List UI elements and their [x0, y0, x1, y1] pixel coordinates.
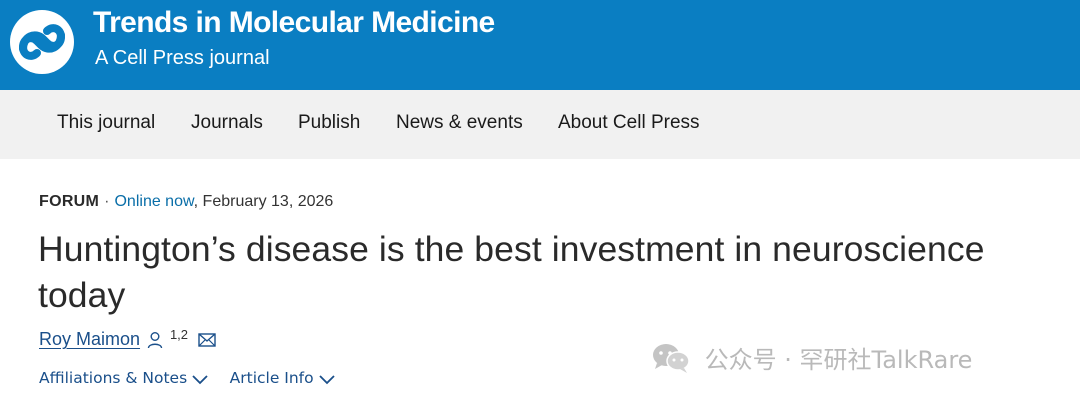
affiliations-notes-label: Affiliations & Notes — [39, 369, 188, 387]
email-icon[interactable] — [198, 332, 217, 347]
author-name[interactable]: Roy Maimon — [39, 329, 140, 349]
cell-press-logo-icon[interactable] — [9, 9, 75, 75]
nav-publish[interactable]: Publish — [298, 112, 360, 134]
journal-subtitle: A Cell Press journal — [95, 47, 270, 69]
nav-news-events[interactable]: News & events — [396, 112, 523, 134]
affiliations-notes-toggle[interactable]: Affiliations & Notes — [39, 369, 209, 387]
online-now-link[interactable]: Online now — [114, 193, 193, 210]
meta-separator: · — [104, 193, 110, 210]
article-title: Huntington’s disease is the best investm… — [38, 229, 985, 315]
nav-about-cell-press[interactable]: About Cell Press — [558, 112, 700, 134]
chevron-down-icon — [192, 374, 208, 384]
article-info-toggle[interactable]: Article Info — [230, 369, 336, 387]
watermark: 公众号 · 罕研社TalkRare — [651, 340, 972, 376]
author-affiliation-numbers: 1,2 — [169, 327, 189, 342]
chevron-down-icon — [319, 374, 335, 384]
journal-title[interactable]: Trends in Molecular Medicine — [93, 6, 495, 40]
watermark-text: 公众号 · 罕研社TalkRare — [704, 346, 973, 374]
site-header: Trends in Molecular Medicine A Cell Pres… — [0, 0, 1080, 90]
article-meta: FORUM · Online now, February 13, 2026 — [39, 193, 333, 211]
nav-journals[interactable]: Journals — [191, 112, 263, 134]
wechat-icon — [653, 343, 690, 373]
article-info-label: Article Info — [229, 369, 314, 387]
person-icon[interactable] — [147, 331, 163, 349]
main-nav: This journal Journals Publish News & eve… — [0, 90, 1080, 159]
author-list: Roy Maimon 1,2 — [39, 327, 217, 353]
publication-date: , February 13, 2026 — [193, 193, 334, 210]
article-type: FORUM — [39, 193, 100, 210]
article-detail-links: Affiliations & Notes Article Info — [39, 369, 352, 388]
nav-this-journal[interactable]: This journal — [57, 112, 155, 134]
